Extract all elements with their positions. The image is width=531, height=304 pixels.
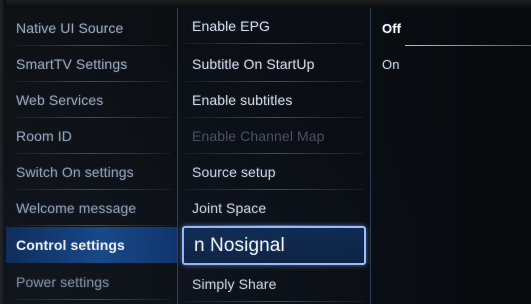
submenu-item-joint-space[interactable]: Joint Space xyxy=(178,190,370,226)
submenu-item-subtitle-on-startup[interactable]: Subtitle On StartUp xyxy=(178,46,370,82)
option-on[interactable]: On xyxy=(371,46,531,82)
submenu-item-enable-subtitles[interactable]: Enable subtitles xyxy=(178,82,370,118)
submenu-item-enable-epg[interactable]: Enable EPG xyxy=(178,8,370,44)
option-off[interactable]: Off xyxy=(371,10,531,46)
settings-category-menu: Native UI Source SmartTV Settings Web Se… xyxy=(6,8,178,304)
submenu-item-nosignal-selected[interactable]: n Nosignal xyxy=(182,226,366,265)
tv-settings-screen: Native UI Source SmartTV Settings Web Se… xyxy=(0,0,531,304)
submenu-item-source-setup[interactable]: Source setup xyxy=(178,154,370,190)
menu-item-web-services[interactable]: Web Services xyxy=(6,82,177,118)
tv-bezel-top xyxy=(0,0,531,8)
menu-item-welcome-message[interactable]: Welcome message xyxy=(6,190,177,226)
menu-item-power-settings[interactable]: Power settings xyxy=(6,264,177,300)
menu-item-switch-on-settings[interactable]: Switch On settings xyxy=(6,154,177,190)
submenu-item-enable-channel-map: Enable Channel Map xyxy=(178,118,370,154)
menu-item-room-id[interactable]: Room ID xyxy=(6,118,177,154)
option-values-panel: Off On xyxy=(371,8,531,304)
submenu-item-simply-share[interactable]: Simply Share xyxy=(178,266,370,302)
menu-item-control-settings[interactable]: Control settings xyxy=(6,227,177,263)
menu-item-native-ui-source[interactable]: Native UI Source xyxy=(6,10,177,46)
menu-item-smarttv-settings[interactable]: SmartTV Settings xyxy=(6,46,177,82)
control-settings-submenu: Enable EPG Subtitle On StartUp Enable su… xyxy=(178,8,371,304)
